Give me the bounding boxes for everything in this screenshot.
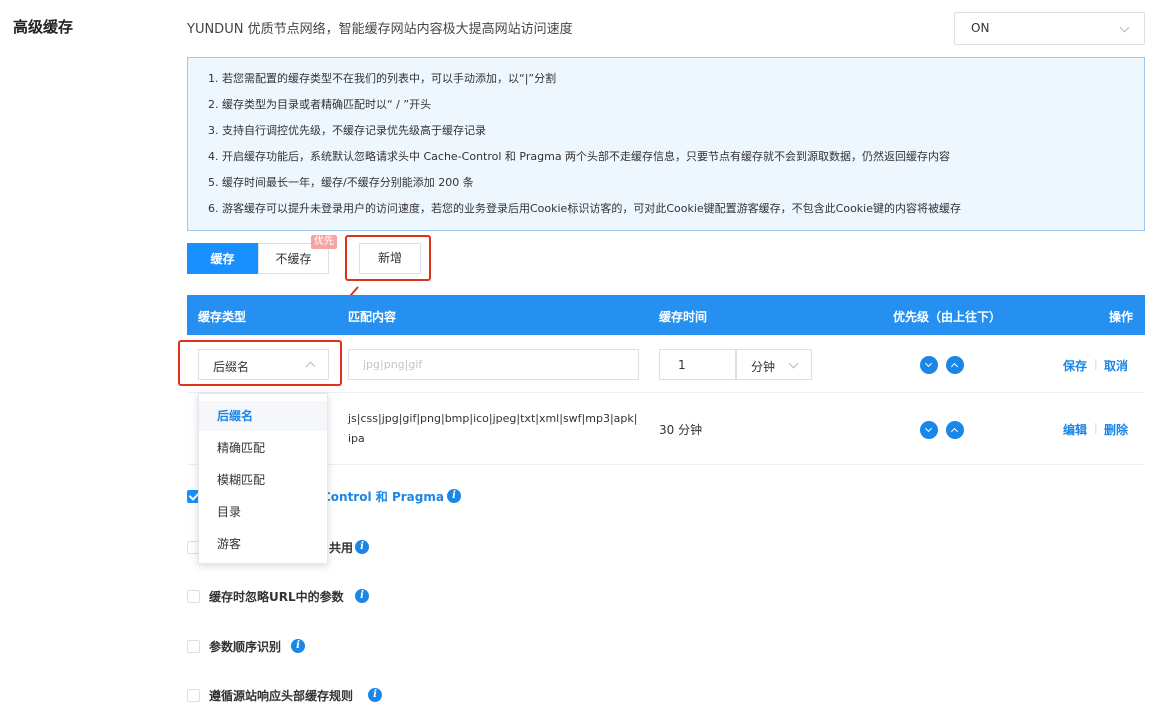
chevron-down-icon bbox=[788, 358, 799, 369]
cancel-link[interactable]: 取消 bbox=[1104, 357, 1128, 374]
dropdown-option[interactable]: 后缀名 bbox=[199, 401, 327, 431]
checkbox[interactable] bbox=[187, 640, 200, 653]
row-cache-time: 30 分钟 bbox=[659, 423, 703, 437]
row-match-content: js|css|jpg|gif|png|bmp|ico|jpeg|txt|xml|… bbox=[348, 412, 638, 445]
edit-link[interactable]: 编辑 bbox=[1063, 421, 1087, 438]
dropdown-option[interactable]: 精确匹配 bbox=[199, 433, 327, 463]
col-time: 缓存时间 bbox=[659, 310, 708, 324]
cache-time-value: 1 bbox=[678, 358, 686, 372]
move-up-icon[interactable] bbox=[946, 421, 964, 439]
col-priority: 优先级（由上往下） bbox=[893, 310, 1002, 324]
option-label: 遵循源站响应头部缓存规则 bbox=[209, 689, 354, 703]
option-label: -Control 和 Pragma bbox=[317, 490, 444, 504]
info-icon[interactable]: i bbox=[447, 489, 461, 503]
info-icon[interactable]: i bbox=[355, 589, 369, 603]
chevron-down-icon bbox=[1119, 22, 1130, 33]
notice-item: 5. 缓存时间最长一年，缓存/不缓存分别能添加 200 条 bbox=[208, 176, 474, 189]
cache-type-highlight bbox=[178, 340, 342, 386]
option-label: 缓存时忽略URL中的参数 bbox=[209, 590, 344, 604]
info-icon[interactable]: i bbox=[355, 540, 369, 554]
toggle-value: ON bbox=[971, 21, 990, 35]
notice-item: 6. 游客缓存可以提升未登录用户的访问速度，若您的业务登录后用Cookie标识访… bbox=[208, 202, 961, 215]
move-down-icon[interactable] bbox=[920, 421, 938, 439]
info-icon[interactable]: i bbox=[291, 639, 305, 653]
separator: | bbox=[1094, 357, 1098, 370]
option-label: 参数顺序识别 bbox=[209, 640, 282, 654]
add-button-highlight bbox=[345, 235, 431, 281]
move-down-icon[interactable] bbox=[920, 356, 938, 374]
dropdown-option[interactable]: 游客 bbox=[199, 529, 327, 559]
save-link[interactable]: 保存 bbox=[1063, 357, 1087, 374]
notice-item: 2. 缓存类型为目录或者精确匹配时以“ / ”开头 bbox=[208, 98, 432, 111]
delete-link[interactable]: 删除 bbox=[1104, 421, 1128, 438]
checkbox[interactable] bbox=[187, 590, 200, 603]
col-type: 缓存类型 bbox=[198, 310, 247, 324]
notice-item: 3. 支持自行调控优先级，不缓存记录优先级高于缓存记录 bbox=[208, 124, 486, 137]
move-up-icon[interactable] bbox=[946, 356, 964, 374]
dropdown-option[interactable]: 模糊匹配 bbox=[199, 465, 327, 495]
notice-item: 4. 开启缓存功能后，系统默认忽略请求头中 Cache-Control 和 Pr… bbox=[208, 150, 951, 163]
info-icon[interactable]: i bbox=[368, 688, 382, 702]
notice-item: 1. 若您需配置的缓存类型不在我们的列表中，可以手动添加，以“|”分割 bbox=[208, 72, 557, 85]
time-unit-value: 分钟 bbox=[751, 360, 776, 374]
time-unit-select[interactable]: 分钟 bbox=[736, 349, 812, 380]
col-action: 操作 bbox=[1109, 310, 1134, 324]
cache-time-input[interactable]: 1 bbox=[659, 349, 736, 380]
match-content-field[interactable] bbox=[349, 350, 638, 379]
checkbox[interactable] bbox=[187, 689, 200, 702]
cache-type-dropdown: 后缀名 精确匹配 模糊匹配 目录 游客 bbox=[198, 393, 328, 564]
section-title: 高级缓存 bbox=[13, 18, 74, 36]
table-header: 缓存类型 匹配内容 缓存时间 优先级（由上往下） 操作 bbox=[187, 295, 1145, 335]
cache-description: YUNDUN 优质节点网络，智能缓存网站内容极大提高网站访问速度 bbox=[187, 22, 573, 37]
separator: | bbox=[1094, 421, 1098, 434]
notice-box: 1. 若您需配置的缓存类型不在我们的列表中，可以手动添加，以“|”分割 2. 缓… bbox=[187, 57, 1145, 231]
match-content-input[interactable] bbox=[348, 349, 639, 380]
tab-cache[interactable]: 缓存 bbox=[187, 243, 258, 274]
cache-toggle-select[interactable]: ON bbox=[954, 12, 1145, 45]
option-label: 共用 bbox=[329, 541, 354, 555]
priority-badge: 优先 bbox=[311, 235, 337, 249]
col-match: 匹配内容 bbox=[348, 310, 397, 324]
dropdown-option[interactable]: 目录 bbox=[199, 497, 327, 527]
